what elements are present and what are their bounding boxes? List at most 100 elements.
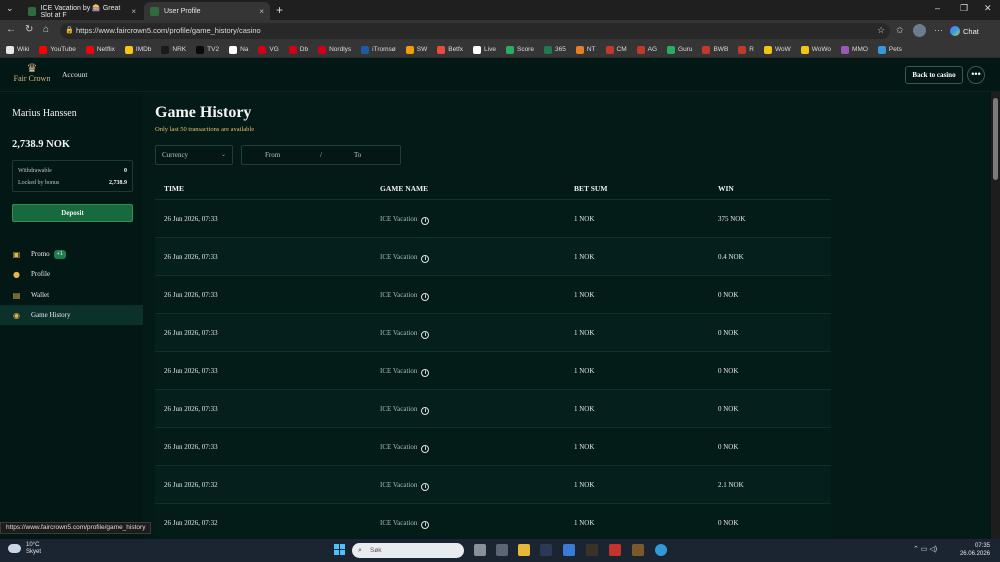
page-title: Game History — [155, 104, 252, 121]
bookmark-item[interactable]: NRK — [161, 45, 186, 54]
bookmark-item[interactable]: NT — [575, 45, 596, 54]
game-launcher-icon[interactable] — [586, 544, 598, 556]
bookmark-item[interactable]: Netflix — [85, 45, 115, 54]
sidebar-item-wallet[interactable]: ▤ Wallet — [0, 285, 143, 305]
close-icon[interactable]: × — [259, 7, 264, 16]
new-tab-button[interactable]: + — [276, 3, 283, 17]
profile-avatar[interactable] — [913, 24, 926, 37]
tab-list-icon[interactable]: ⌄ — [6, 3, 14, 14]
task-view-icon[interactable] — [474, 544, 486, 556]
table-row[interactable]: 26 Jun 2026, 07:33 ICE Vacation i 1 NOK 0 NO… — [155, 314, 831, 352]
bookmark-item[interactable]: BWB — [702, 45, 728, 54]
table-row[interactable]: 26 Jun 2026, 07:33 ICE Vacation i 1 NOK 375 … — [155, 200, 831, 238]
taskbar-search-input[interactable]: ⌕ Søk — [352, 543, 464, 558]
currency-select[interactable]: Currency ⌄ — [155, 145, 233, 165]
bookmark-favicon-icon — [258, 45, 267, 54]
wow-icon[interactable] — [632, 544, 644, 556]
info-icon[interactable]: i — [421, 293, 430, 301]
info-icon[interactable]: i — [421, 521, 430, 529]
url-field[interactable]: 🔒 https://www.faircrown5.com/profile/gam… — [60, 23, 890, 39]
bookmark-item[interactable]: SW — [405, 45, 427, 54]
date-range-picker[interactable]: From / To — [241, 145, 401, 165]
bookmark-item[interactable]: R — [738, 45, 754, 54]
bookmark-item[interactable]: YouTube — [39, 45, 76, 54]
home-icon[interactable]: ⌂ — [43, 24, 49, 35]
info-icon[interactable]: i — [421, 255, 430, 263]
calculator-icon[interactable] — [496, 544, 508, 556]
bookmark-item[interactable]: MMO — [841, 45, 868, 54]
bookmark-item[interactable]: WoWo — [800, 45, 831, 54]
bookmark-item[interactable]: Guru — [667, 45, 693, 54]
system-tray[interactable]: ⌃ ▭ ◁) — [913, 545, 937, 553]
table-row[interactable]: 26 Jun 2026, 07:33 ICE Vacation i 1 NOK 0.4 … — [155, 238, 831, 276]
table-row[interactable]: 26 Jun 2026, 07:32 ICE Vacation i 1 NOK 0 NO… — [155, 504, 831, 539]
info-icon[interactable]: i — [421, 331, 430, 339]
table-row[interactable]: 26 Jun 2026, 07:33 ICE Vacation i 1 NOK 0 NO… — [155, 428, 831, 466]
bookmark-item[interactable]: AG — [636, 45, 657, 54]
bookmark-item[interactable]: CM — [605, 45, 627, 54]
refresh-icon[interactable]: ↻ — [25, 24, 33, 35]
file-explorer-icon[interactable] — [518, 544, 530, 556]
cell-bet-sum: 1 NOK — [574, 291, 594, 299]
bookmark-item[interactable]: Score — [505, 45, 534, 54]
bookmark-item[interactable]: Nordlys — [318, 45, 351, 54]
info-icon[interactable]: i — [421, 445, 430, 453]
bookmark-item[interactable]: TV2 — [196, 45, 219, 54]
deposit-button[interactable]: Deposit — [12, 204, 133, 222]
restore-button[interactable]: ❐ — [960, 3, 968, 14]
date-to-field[interactable]: To — [354, 151, 361, 159]
bookmark-favicon-icon — [161, 45, 170, 54]
sidebar-item-promo[interactable]: ▣ Promo +1 — [0, 244, 143, 264]
info-icon[interactable]: i — [421, 369, 430, 377]
scrollbar-thumb[interactable] — [993, 98, 998, 180]
info-icon[interactable]: i — [421, 407, 430, 415]
menu-dots-icon[interactable]: ··· — [934, 25, 943, 35]
date-from-field[interactable]: From — [265, 151, 280, 159]
chat-button[interactable]: Chat — [950, 24, 979, 38]
back-to-casino-button[interactable]: Back to casino — [905, 66, 963, 84]
table-row[interactable]: 26 Jun 2026, 07:33 ICE Vacation i 1 NOK 0 NO… — [155, 352, 831, 390]
fair-crown-logo[interactable]: ♛ Fair Crown — [10, 62, 54, 90]
table-row[interactable]: 26 Jun 2026, 07:33 ICE Vacation i 1 NOK 0 NO… — [155, 390, 831, 428]
sidebar-item-profile[interactable]: ● Profile — [0, 264, 143, 284]
sidebar-item-game-history[interactable]: ◉ Game History — [0, 305, 143, 325]
page-scrollbar[interactable] — [991, 92, 1000, 539]
window-close-button[interactable]: ✕ — [984, 3, 992, 14]
bookmark-item[interactable]: Db — [288, 45, 308, 54]
table-row[interactable]: 26 Jun 2026, 07:33 ICE Vacation i 1 NOK 0 NO… — [155, 276, 831, 314]
bookmark-label: Guru — [678, 46, 693, 53]
more-options-button[interactable]: ••• — [967, 66, 985, 84]
bookmark-item[interactable]: Wiki — [6, 45, 29, 54]
info-icon[interactable]: i — [421, 483, 430, 491]
info-icon[interactable]: i — [421, 217, 430, 225]
taskbar-clock[interactable]: 07:35 26.06.2026 — [958, 542, 990, 558]
bookmark-item[interactable]: Pets — [877, 45, 902, 54]
close-icon[interactable]: × — [131, 7, 136, 16]
back-arrow-icon[interactable]: ← — [6, 24, 16, 35]
edge-icon[interactable] — [655, 544, 667, 556]
bookmark-item[interactable]: iTromsø — [361, 45, 396, 54]
steam-icon[interactable] — [540, 544, 552, 556]
bookmark-item[interactable]: Betfx — [437, 45, 463, 54]
cell-game-name-text: ICE Vacation — [380, 291, 418, 299]
table-row[interactable]: 26 Jun 2026, 07:32 ICE Vacation i 1 NOK 2.1 … — [155, 466, 831, 504]
battlenet-icon[interactable] — [563, 544, 575, 556]
game-icon[interactable] — [609, 544, 621, 556]
site-header: ♛ Fair Crown Account Back to casino ••• — [0, 58, 1000, 92]
windows-start-icon[interactable] — [334, 544, 346, 556]
bookmark-item[interactable]: 365 — [543, 45, 566, 54]
account-link[interactable]: Account — [62, 70, 87, 79]
favorites-icon[interactable]: ✩ — [896, 25, 904, 36]
favorite-star-icon[interactable]: ☆ — [877, 25, 885, 36]
weather-widget[interactable]: 10°C Skyet — [8, 542, 41, 556]
minimize-button[interactable]: – — [935, 3, 940, 13]
bookmark-item[interactable]: VG — [258, 45, 279, 54]
tab-ice-vacation[interactable]: ICE Vacation by 🎰 Great Slot at F × — [22, 2, 142, 20]
bookmark-item[interactable]: Live — [473, 45, 496, 54]
bookmark-item[interactable]: Na — [229, 45, 248, 54]
bookmark-favicon-icon — [437, 45, 446, 54]
tab-user-profile[interactable]: User Profile × — [144, 2, 270, 20]
bookmark-item[interactable]: IMDb — [124, 45, 151, 54]
bookmark-item[interactable]: WoW — [763, 45, 791, 54]
bookmark-favicon-icon — [667, 45, 676, 54]
